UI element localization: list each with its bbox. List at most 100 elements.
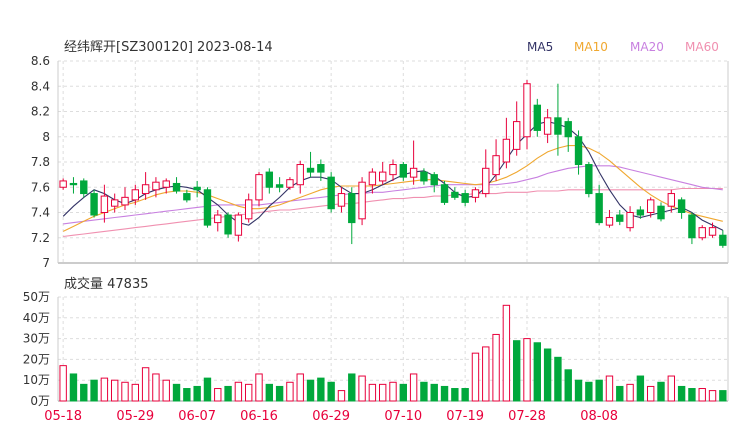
candle-body (719, 234, 727, 246)
candle-body (317, 164, 325, 173)
candle-body (646, 199, 655, 213)
volume-bar (131, 383, 140, 402)
volume-bar (265, 383, 274, 402)
candle-body (131, 189, 140, 201)
candle-body (605, 217, 614, 226)
candle-body (595, 193, 603, 224)
candle-body (152, 181, 160, 191)
stock-chart-stage: 经纬辉开[SZ300120] 2023-08-14 MA5 MA10 MA20 … (0, 0, 740, 440)
candle (574, 130, 583, 175)
candle-body (306, 167, 315, 173)
volume-bar (255, 373, 263, 402)
candle (585, 162, 593, 198)
volume-bar (409, 373, 418, 402)
candle-body (214, 214, 222, 224)
candle-body (636, 209, 645, 216)
volume-bar (183, 388, 191, 402)
volume-bar (502, 304, 511, 402)
volume-bar (368, 383, 377, 402)
candle (440, 180, 449, 205)
volume-bar (482, 346, 490, 402)
candle-body (677, 199, 686, 213)
volume-bar (595, 379, 603, 402)
candle-body (183, 193, 191, 201)
candle (214, 209, 222, 232)
candle-body (523, 83, 531, 138)
volume-bar (203, 377, 212, 402)
candle-body (399, 164, 408, 178)
candle-body (69, 182, 78, 186)
candle-body (708, 227, 717, 236)
volume-bar (141, 367, 150, 402)
volume-bar (605, 375, 614, 402)
volume-bar (100, 377, 109, 402)
candle (203, 187, 212, 228)
candle (193, 180, 201, 198)
volume-bar (306, 379, 315, 402)
date-tick-label: 07-28 (508, 409, 546, 424)
candle-body (409, 167, 418, 178)
candle-body (616, 214, 624, 222)
date-axis: 05-18 05-29 06-07 06-16 06-29 07-10 07-19 07-28… (44, 409, 618, 424)
candle (306, 151, 315, 178)
candle-body (244, 199, 253, 220)
volume-bar (636, 375, 645, 402)
candle (461, 189, 469, 207)
volume-bar (677, 385, 686, 402)
volume-bar (80, 383, 88, 402)
candle (368, 168, 377, 194)
candle (358, 177, 366, 226)
candle-body (358, 181, 366, 220)
candle (389, 159, 397, 181)
candle (430, 172, 438, 193)
candle (564, 117, 572, 152)
candle-body (80, 180, 88, 195)
date-tick-label: 05-29 (116, 409, 154, 424)
candle-body (172, 182, 181, 192)
volume-bar (389, 381, 397, 402)
candle (708, 222, 717, 238)
candle (502, 117, 511, 169)
date-tick-label: 08-08 (580, 409, 618, 424)
volume-bar (533, 342, 542, 402)
volume-bar (585, 381, 593, 402)
volume-title: 成交量 47835 (64, 276, 149, 292)
candle (595, 184, 603, 226)
candle-body (389, 164, 397, 176)
candle (69, 177, 78, 194)
volume-bar (90, 379, 98, 402)
candle (59, 178, 67, 190)
candle-body (327, 176, 335, 210)
price-tick-label: 7 (42, 256, 50, 270)
volume-bars (59, 304, 727, 402)
volume-bar (327, 381, 335, 402)
volume-tick-label: 30万 (23, 332, 50, 346)
candle-body (348, 193, 356, 224)
candle (296, 160, 304, 194)
volume-bar (378, 383, 387, 402)
volume-bar (616, 385, 624, 402)
candle (286, 177, 294, 190)
candle (121, 187, 129, 210)
candle (378, 162, 387, 185)
volume-bar (193, 385, 201, 402)
candle (224, 212, 232, 238)
candle (265, 168, 274, 194)
candle-body (657, 205, 665, 220)
candle (451, 187, 459, 200)
date-tick-label: 05-18 (44, 409, 82, 424)
candle-body (502, 138, 511, 163)
price-tick-label: 7.8 (31, 155, 50, 169)
candle-body (512, 121, 521, 150)
candle-body (533, 104, 542, 131)
candle-body (90, 193, 98, 216)
candle-body (234, 214, 243, 236)
legend-ma10: MA10 (574, 40, 608, 54)
volume-bar (440, 385, 449, 402)
candle (626, 206, 634, 232)
candle-body (461, 193, 469, 203)
candle-body (100, 195, 109, 213)
candle (337, 187, 346, 213)
volume-bar (646, 385, 655, 402)
volume-bar (708, 390, 717, 402)
